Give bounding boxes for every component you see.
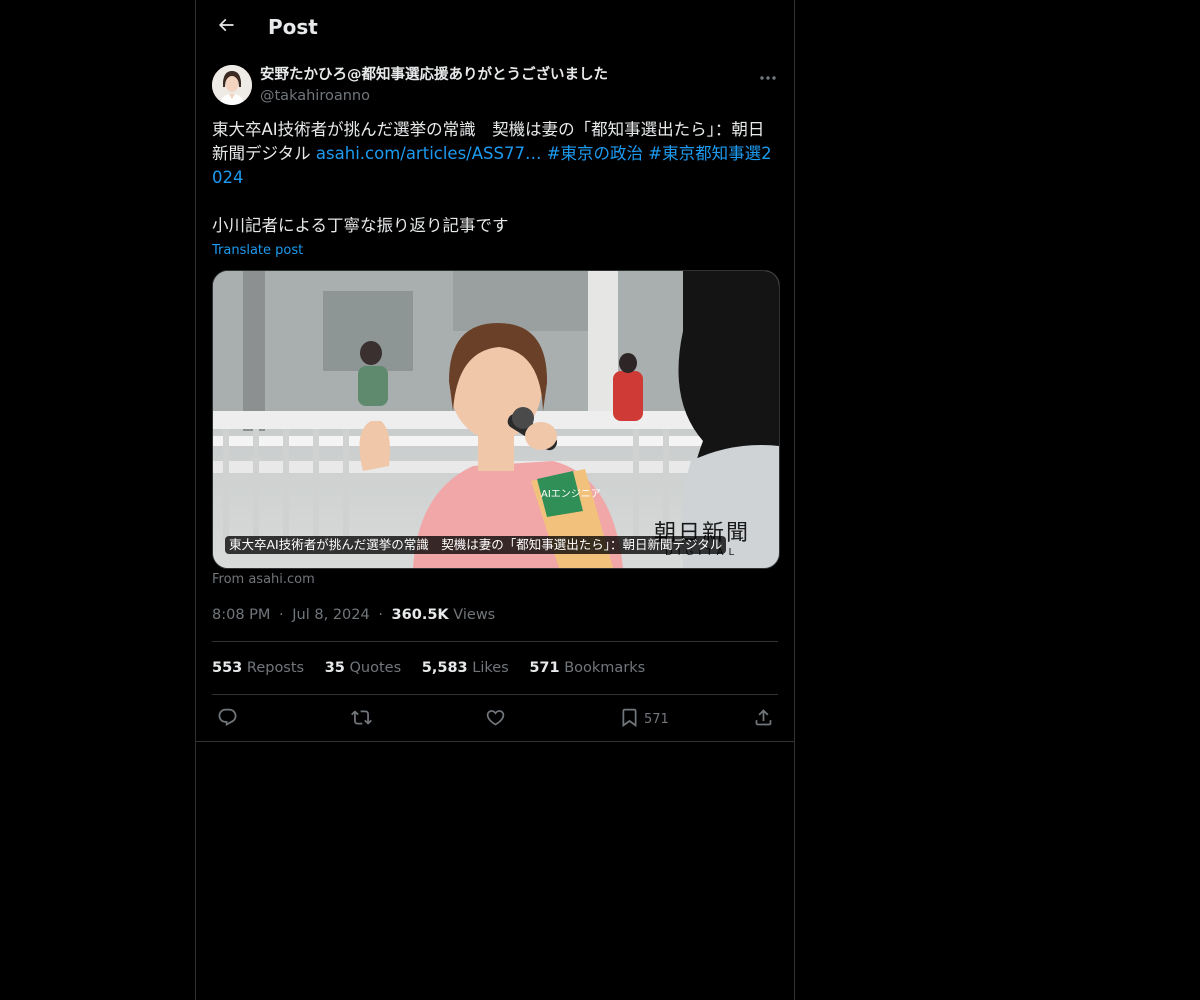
back-arrow-icon (216, 15, 236, 39)
reposts-stat[interactable]: 553 Reposts (212, 660, 304, 676)
quotes-count: 35 (324, 660, 345, 676)
likes-stat[interactable]: 5,583 Likes (422, 660, 509, 676)
bookmark-button[interactable]: 571 (619, 707, 669, 731)
like-button[interactable] (485, 707, 506, 731)
views-count: 360.5K (391, 607, 449, 623)
card-caption: 東大卒AI技術者が挑んだ選挙の常識 契機は妻の「都知事選出たら」：朝日新聞デジタ… (225, 536, 727, 554)
bookmark-count: 571 (644, 711, 669, 727)
bookmarks-label: Bookmarks (564, 660, 646, 676)
post-time[interactable]: 8:08 PM (212, 607, 270, 623)
card-source[interactable]: From asahi.com (212, 571, 315, 589)
repost-icon (351, 707, 372, 732)
back-button[interactable] (208, 9, 244, 45)
post-stats: 553 Reposts 35 Quotes 5,583 Likes 571 Bo… (212, 658, 661, 678)
meta-separator: · (279, 607, 284, 623)
share-button[interactable] (753, 707, 774, 731)
hashtag-link[interactable]: #東京の政治 (547, 144, 643, 163)
post-text-comment: 小川記者による丁寧な振り返り記事です (212, 216, 509, 235)
page-title: Post (268, 15, 318, 39)
author-name[interactable]: 安野たかひろ@都知事選応援ありがとうございました (260, 65, 608, 85)
more-icon (760, 66, 776, 85)
translate-post-link[interactable]: Translate post (212, 242, 303, 260)
post-text: 東大卒AI技術者が挑んだ選挙の常識 契機は妻の「都知事選出たら」：朝日新聞デジタ… (212, 118, 778, 238)
reply-icon (217, 707, 238, 732)
repost-button[interactable] (351, 707, 372, 731)
quotes-stat[interactable]: 35 Quotes (325, 660, 401, 676)
post-column: Post 安野たかひろ@都知事選応援ありがとうございました @takahiroa… (195, 0, 795, 1000)
quotes-label: Quotes (349, 660, 402, 676)
divider (212, 641, 778, 642)
views-label: Views (453, 607, 496, 623)
like-icon (485, 707, 506, 732)
reposts-count: 553 (212, 660, 243, 676)
reply-button[interactable] (217, 707, 238, 731)
likes-count: 5,583 (421, 660, 468, 676)
link-preview-card[interactable]: AIエンジニア 朝日新聞 DIGITAL 東大卒AI技術者が挑んだ選挙の常識 契… (212, 270, 780, 569)
reposts-label: Reposts (246, 660, 305, 676)
bookmarks-stat[interactable]: 571 Bookmarks (529, 660, 645, 676)
article-link[interactable]: asahi.com/articles/ASS77… (316, 144, 542, 163)
sash-text: AIエンジニア (541, 489, 601, 500)
post-date[interactable]: Jul 8, 2024 (292, 607, 369, 623)
author-handle[interactable]: @takahiroanno (260, 86, 370, 106)
post-bottom-border (196, 741, 794, 742)
bookmarks-count: 571 (529, 660, 560, 676)
avatar[interactable] (212, 65, 252, 105)
bookmark-icon (619, 707, 640, 732)
share-icon (753, 707, 774, 732)
meta-separator: · (378, 607, 383, 623)
post-header: Post (196, 0, 794, 54)
divider (212, 694, 778, 695)
post-meta: 8:08 PM · Jul 8, 2024 · 360.5K Views (212, 605, 495, 625)
more-button[interactable] (756, 65, 780, 85)
likes-label: Likes (472, 660, 509, 676)
